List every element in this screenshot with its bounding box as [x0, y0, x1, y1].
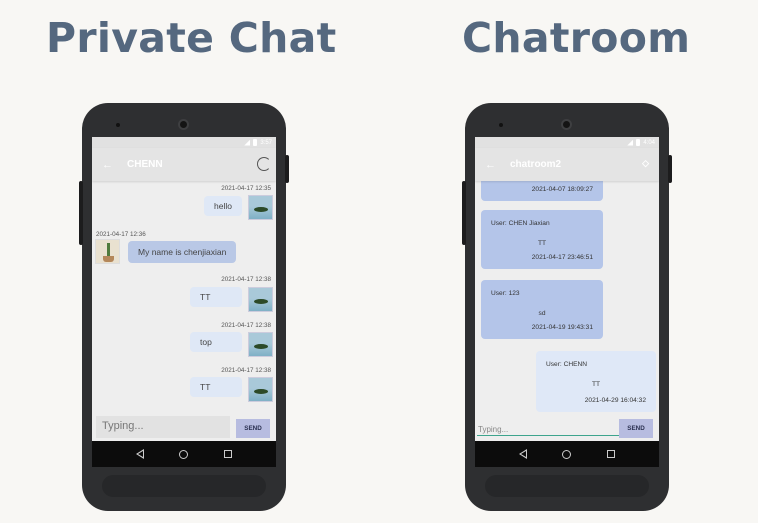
chatroom-heading: Chatroom: [462, 14, 691, 62]
send-button[interactable]: SEND: [619, 419, 653, 438]
avatar: [248, 287, 273, 312]
input-bar: Typing... SEND: [475, 412, 659, 441]
nav-back-icon[interactable]: [518, 449, 527, 459]
status-time: 4:04: [643, 139, 655, 146]
nav-recent-icon[interactable]: [224, 450, 233, 458]
avatar: [95, 239, 120, 264]
chat-title: CHENN: [127, 159, 163, 170]
phone-chin: [485, 475, 649, 497]
nav-home-icon[interactable]: [562, 449, 572, 459]
input-bar: Typing... SEND: [92, 412, 276, 441]
chat-message-card: User: CHENN TT 2021-04-29 16:04:32: [536, 351, 656, 412]
message-text: TT: [591, 381, 601, 388]
phone-private-chat: 3:57 ← CHENN 2021-04-17 12:35 hello 2021…: [79, 103, 289, 511]
message-user: User: 123: [491, 290, 520, 297]
power-button: [285, 155, 289, 183]
message-input[interactable]: Typing...: [477, 416, 623, 436]
status-bar: 4:04: [475, 137, 659, 148]
message-text: sd: [538, 310, 546, 317]
message-timestamp: 2021-04-17 12:36: [96, 231, 146, 238]
more-icon[interactable]: ◇: [642, 158, 649, 169]
power-button: [668, 155, 672, 183]
avatar: [248, 195, 273, 220]
front-camera: [561, 119, 572, 130]
android-nav-bar: [475, 441, 659, 467]
avatar: [248, 377, 273, 402]
volume-button: [462, 181, 466, 245]
signal-icon: [244, 139, 251, 146]
nav-recent-icon[interactable]: [607, 450, 616, 458]
message-text: TT: [537, 240, 547, 247]
message-timestamp: 2021-04-07 18:09:27: [531, 186, 593, 193]
message-timestamp: 2021-04-17 12:38: [221, 276, 271, 283]
app-bar: ← CHENN: [92, 148, 276, 181]
message-list[interactable]: 2021-04-17 12:35 hello 2021-04-17 12:36 …: [92, 181, 276, 412]
message-timestamp: 2021-04-17 12:38: [221, 322, 271, 329]
refresh-icon[interactable]: [257, 157, 271, 171]
chatroom-screen: 4:04 ← chatroom2 ◇ 2021-04-07 18:09:27 U…: [475, 137, 659, 467]
message-bubble: TT: [190, 287, 242, 307]
private-chat-screen: 3:57 ← CHENN 2021-04-17 12:35 hello 2021…: [92, 137, 276, 467]
nav-home-icon[interactable]: [179, 449, 189, 459]
sensor-dot: [116, 123, 120, 127]
chat-message-card: User: 123 sd 2021-04-19 19:43:31: [481, 280, 603, 339]
android-nav-bar: [92, 441, 276, 467]
chat-message-card: User: CHEN Jiaxian TT 2021-04-17 23:46:5…: [481, 210, 603, 269]
message-timestamp: 2021-04-19 19:43:31: [531, 324, 593, 331]
avatar: [248, 332, 273, 357]
message-timestamp: 2021-04-17 23:46:51: [531, 254, 593, 261]
signal-icon: [627, 139, 634, 146]
chatroom-title: chatroom2: [510, 159, 562, 170]
front-camera: [178, 119, 189, 130]
volume-button: [79, 181, 83, 245]
nav-back-icon[interactable]: [135, 449, 144, 459]
app-bar: ← chatroom2 ◇: [475, 148, 659, 181]
message-user: User: CHENN: [546, 361, 588, 368]
private-chat-heading: Private Chat: [46, 14, 337, 62]
message-timestamp: 2021-04-17 12:35: [221, 185, 271, 192]
message-input[interactable]: Typing...: [96, 416, 230, 438]
sensor-dot: [499, 123, 503, 127]
message-bubble: TT: [190, 377, 242, 397]
message-bubble: hello: [204, 196, 242, 216]
send-button[interactable]: SEND: [236, 419, 270, 438]
status-bar: 3:57: [92, 137, 276, 148]
message-user: User: CHEN Jiaxian: [491, 220, 550, 227]
message-timestamp: 2021-04-29 16:04:32: [584, 397, 646, 404]
back-arrow-icon[interactable]: ←: [485, 159, 496, 171]
status-time: 3:57: [260, 139, 272, 146]
message-bubble: My name is chenjiaxian: [128, 241, 237, 263]
phone-chatroom: 4:04 ← chatroom2 ◇ 2021-04-07 18:09:27 U…: [462, 103, 672, 511]
message-bubble: top: [190, 332, 242, 352]
back-arrow-icon[interactable]: ←: [102, 159, 113, 171]
battery-icon: [253, 139, 258, 146]
message-timestamp: 2021-04-17 12:38: [221, 367, 271, 374]
message-list[interactable]: 2021-04-07 18:09:27 User: CHEN Jiaxian T…: [475, 173, 659, 412]
battery-icon: [636, 139, 641, 146]
phone-chin: [102, 475, 266, 497]
